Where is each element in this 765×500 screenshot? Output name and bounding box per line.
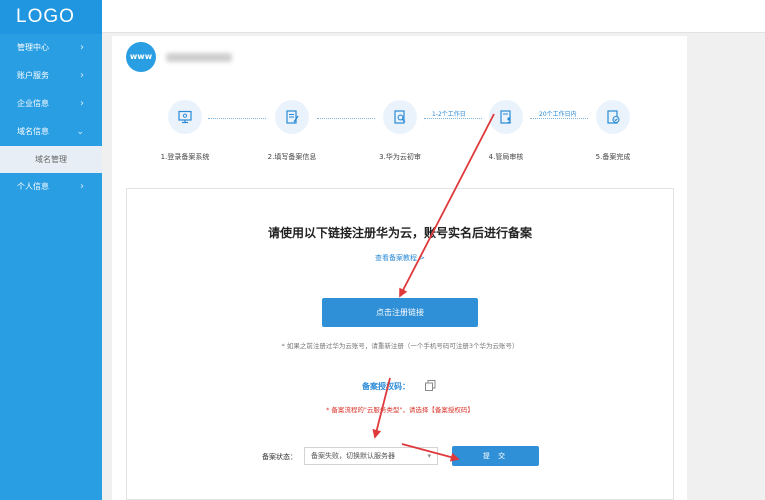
step-label: 1.登录备案系统: [160, 153, 210, 161]
sidebar-item-company-info[interactable]: 企业信息 ›: [0, 90, 102, 118]
right-gutter: [687, 34, 765, 500]
sidebar: LOGO 管理中心 › 账户服务 › 企业信息 › 域名信息 ⌄ 域名管理 个人…: [0, 0, 102, 500]
auth-code-label: 备案授权码：: [362, 382, 410, 391]
step-label: 2.填写备案信息: [267, 153, 317, 161]
sidebar-subitem-label: 域名管理: [35, 155, 67, 164]
chevron-down-icon: ▾: [427, 452, 431, 460]
copy-icon[interactable]: [425, 380, 436, 391]
sidebar-item-label: 域名信息: [17, 127, 49, 136]
sidebar-item-label: 管理中心: [17, 43, 49, 52]
chevron-right-icon: ›: [80, 181, 84, 192]
step-label: 3.华为云初审: [379, 153, 421, 161]
sidebar-item-account-service[interactable]: 账户服务 ›: [0, 62, 102, 90]
status-select-value: 备案失败，切换默认服务器: [311, 452, 395, 460]
search-document-icon: [383, 100, 417, 134]
sidebar-subitem-domain-management[interactable]: 域名管理: [0, 146, 102, 173]
step-label: 4.管局审核: [488, 153, 524, 161]
chevron-down-icon: ⌄: [76, 127, 84, 137]
top-bar: [102, 0, 765, 33]
submit-button[interactable]: 提 交: [452, 446, 539, 466]
sidebar-nav: 管理中心 › 账户服务 › 企业信息 › 域名信息 ⌄ 域名管理 个人信息 ›: [0, 34, 102, 201]
sidebar-item-domain-info[interactable]: 域名信息 ⌄: [0, 118, 102, 146]
logo: LOGO: [0, 0, 102, 34]
sidebar-item-management-center[interactable]: 管理中心 ›: [0, 34, 102, 62]
sidebar-item-personal-info[interactable]: 个人信息 ›: [0, 173, 102, 201]
step-label: 5.备案完成: [595, 153, 631, 161]
chevron-right-icon: ›: [80, 70, 84, 81]
chevron-right-icon: ›: [80, 98, 84, 109]
step-5: 5.备案完成: [573, 100, 653, 162]
www-badge: www: [126, 42, 156, 72]
step-duration: 1-2个工作日: [432, 111, 466, 118]
registration-card: 请使用以下链接注册华为云，账号实名后进行备案 查看备案教程 > 点击注册链接 *…: [126, 188, 674, 500]
register-link-button[interactable]: 点击注册链接: [322, 298, 478, 327]
sidebar-item-label: 账户服务: [17, 71, 49, 80]
sidebar-item-label: 个人信息: [17, 182, 49, 191]
service-type-warning: * 备案流程的"云服务类型"，请选择【备案授权码】: [326, 406, 474, 414]
chevron-right-icon: ›: [80, 42, 84, 53]
sidebar-item-label: 企业信息: [17, 99, 49, 108]
step-1: 1.登录备案系统: [145, 100, 225, 162]
step-2: 2.填写备案信息: [252, 100, 332, 162]
step-3: 3.华为云初审: [360, 100, 440, 162]
status-select[interactable]: 备案失败，切换默认服务器 ▾: [304, 447, 438, 465]
user-document-icon: [489, 100, 523, 134]
headline: 请使用以下链接注册华为云，账号实名后进行备案: [267, 226, 532, 240]
tutorial-link[interactable]: 查看备案教程 >: [127, 253, 673, 263]
step-duration: 20个工作日内: [539, 111, 577, 118]
register-note: * 如果之前注册过华为云账号，请重新注册（一个手机号码可注册3个华为云账号）: [281, 342, 519, 350]
check-document-icon: [596, 100, 630, 134]
main-panel: www 1.登录备案系统 2.填写备案信息 3.华为云初审 1-2个工作日 4.…: [112, 36, 687, 500]
edit-document-icon: [275, 100, 309, 134]
status-label: 备案状态：: [262, 453, 297, 461]
step-4: 4.管局审核: [466, 100, 546, 162]
domain-name-redacted: [166, 53, 232, 62]
monitor-icon: [168, 100, 202, 134]
